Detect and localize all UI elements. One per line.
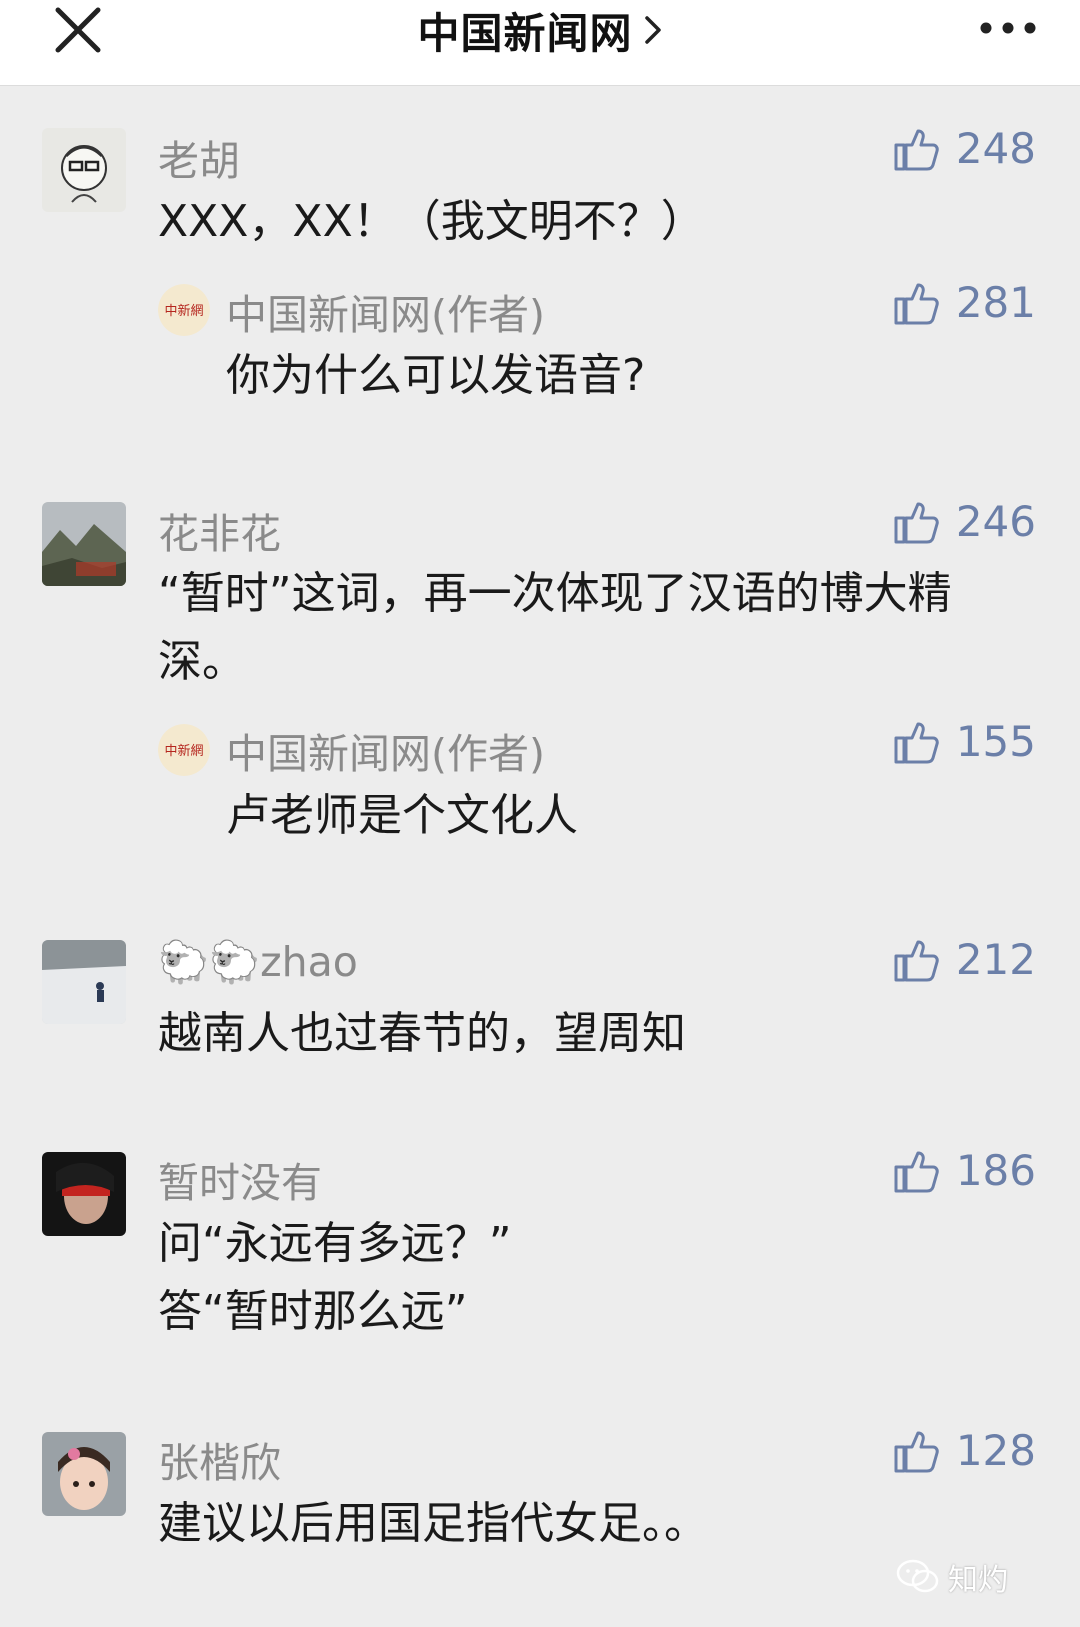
like-button[interactable]: 248 xyxy=(892,124,1036,173)
like-count: 128 xyxy=(955,1426,1036,1475)
top-bar: 中国新闻网 xyxy=(0,0,1080,86)
reply-text: 你为什么可以发语音? xyxy=(226,350,646,401)
commenter-name: 暂时没有 xyxy=(158,1159,322,1207)
comment-text: XXX，XX！（我文明不？） xyxy=(158,196,705,247)
thumbs-up-icon xyxy=(894,722,939,763)
commenter-name: 张楷欣 xyxy=(158,1439,281,1487)
like-count: 186 xyxy=(955,1146,1036,1195)
commenter-name: 🐑🐑zhao xyxy=(158,938,358,986)
page-title-group[interactable]: 中国新闻网 xyxy=(0,2,1080,58)
author-name: 中国新闻网(作者) xyxy=(226,291,545,339)
author-avatar[interactable]: 中新網 xyxy=(158,284,210,336)
like-count: 155 xyxy=(955,717,1036,766)
comment-text: 建议以后用国足指代女足。。 xyxy=(158,1498,708,1549)
svg-text:中新網: 中新網 xyxy=(164,303,203,319)
thumbs-up-icon xyxy=(894,1431,939,1472)
thumbs-up-icon xyxy=(894,129,939,170)
like-button[interactable]: 186 xyxy=(892,1146,1036,1195)
avatar[interactable] xyxy=(42,1152,126,1236)
like-button[interactable]: 155 xyxy=(892,717,1036,766)
like-button[interactable]: 128 xyxy=(892,1426,1036,1475)
like-button[interactable]: 281 xyxy=(892,278,1036,327)
svg-text:中新網: 中新網 xyxy=(164,743,203,759)
commenter-name: 花非花 xyxy=(158,510,281,558)
comment-text-line: 答“暂时那么远” xyxy=(158,1286,468,1337)
page-title[interactable]: 中国新闻网 xyxy=(417,0,632,61)
like-button[interactable]: 212 xyxy=(892,935,1036,984)
like-count: 281 xyxy=(955,278,1036,327)
thumbs-up-icon xyxy=(894,940,939,981)
wechat-icon xyxy=(896,1559,939,1593)
thumbs-up-icon xyxy=(894,283,939,324)
comment-text: 问“永远有多远？” 答“暂时那么远” xyxy=(158,1210,1018,1346)
like-count: 212 xyxy=(955,935,1036,984)
like-count: 246 xyxy=(955,497,1036,546)
avatar[interactable] xyxy=(42,1432,126,1516)
watermark: 知灼 xyxy=(896,1555,1008,1599)
like-count: 248 xyxy=(955,124,1036,173)
more-dots-icon[interactable] xyxy=(978,18,1038,38)
like-button[interactable]: 246 xyxy=(892,497,1036,546)
thumbs-up-icon xyxy=(894,502,939,543)
thumbs-up-icon xyxy=(894,1151,939,1192)
author-name: 中国新闻网(作者) xyxy=(226,730,545,778)
avatar[interactable] xyxy=(42,502,126,586)
comment-text: “暂时”这词，再一次体现了汉语的博大精深。 xyxy=(158,568,952,687)
comment-text: 越南人也过春节的，望周知 xyxy=(158,1008,686,1059)
comment-text-line: 问“永远有多远？” xyxy=(158,1218,512,1269)
avatar[interactable] xyxy=(42,940,126,1024)
chevron-right-icon xyxy=(644,16,661,44)
avatar[interactable] xyxy=(42,128,126,212)
commenter-name: 老胡 xyxy=(158,137,240,185)
author-avatar[interactable]: 中新網 xyxy=(158,724,210,776)
watermark-text: 知灼 xyxy=(948,1563,1008,1598)
reply-text: 卢老师是个文化人 xyxy=(226,790,578,841)
